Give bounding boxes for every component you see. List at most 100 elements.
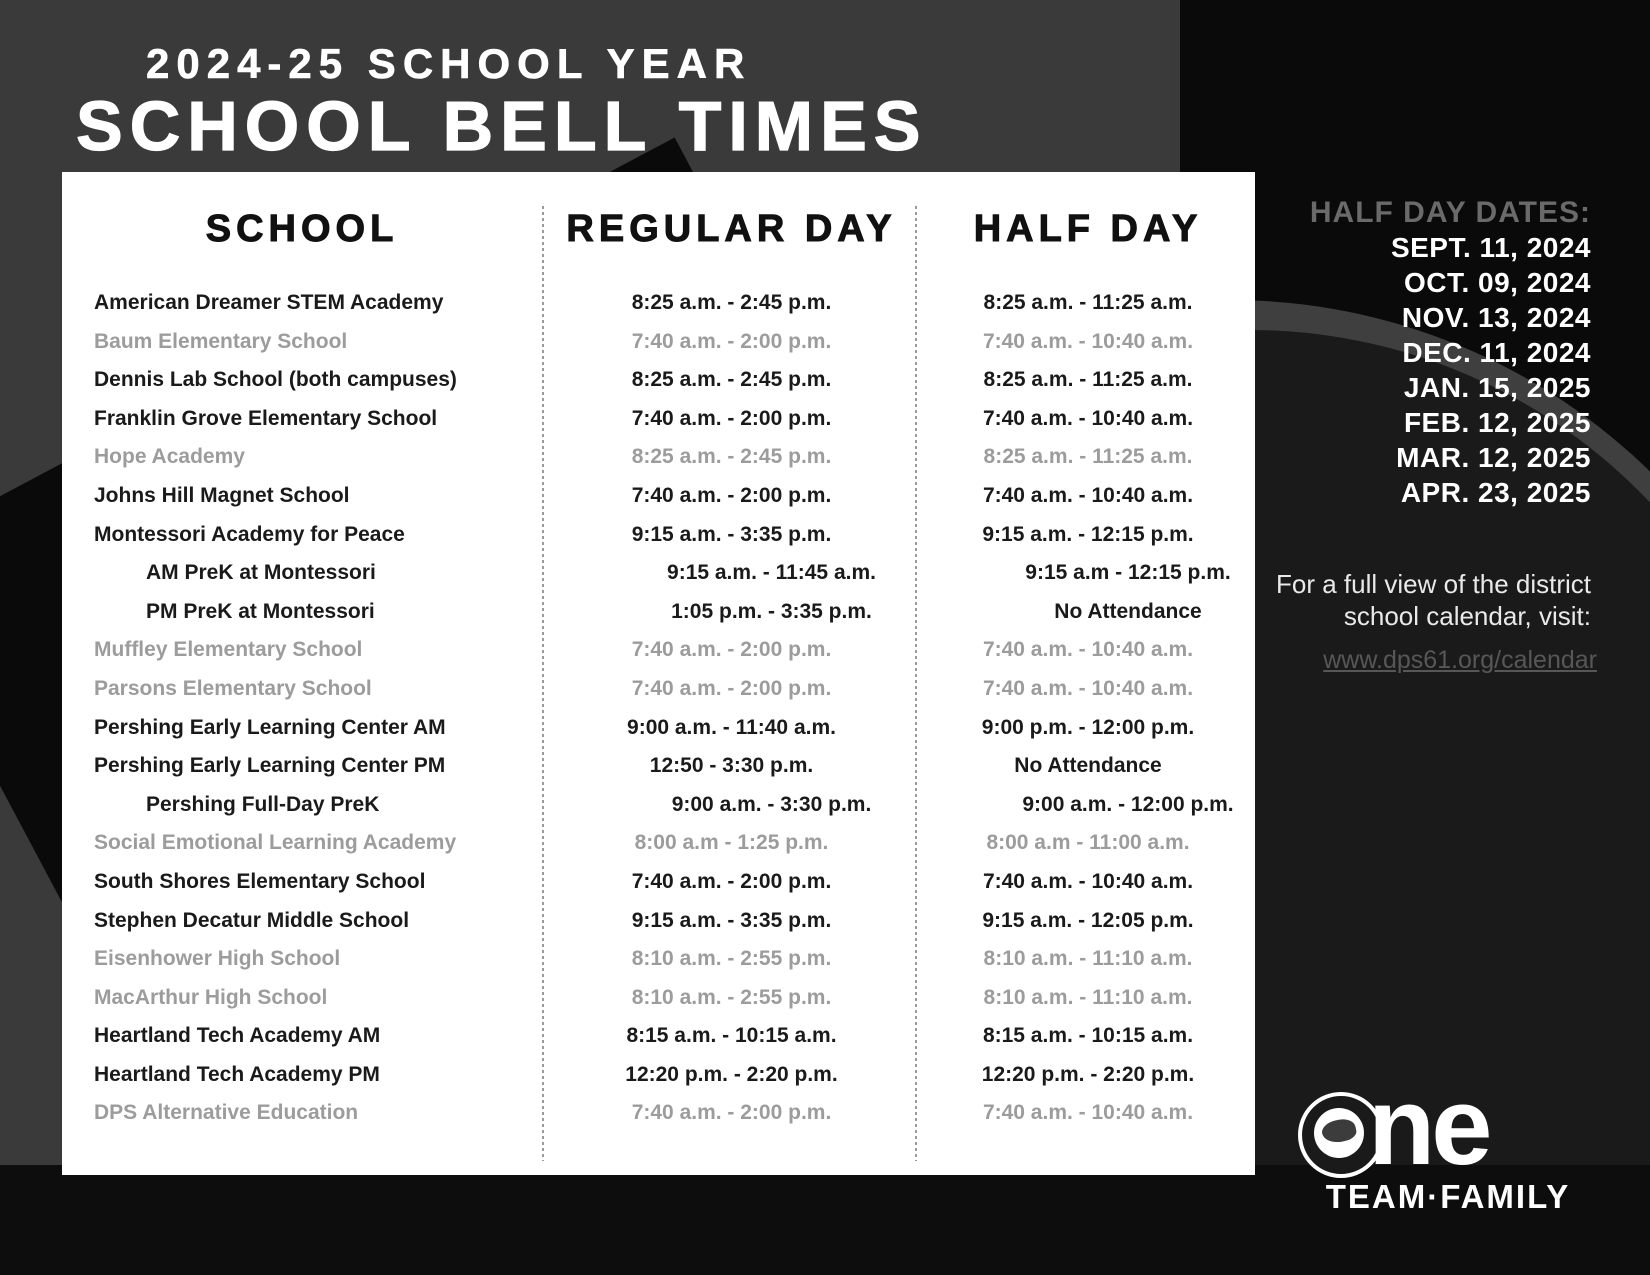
cell-school-name: Eisenhower High School (94, 947, 341, 971)
poster-header: 2024-25 SCHOOL YEAR SCHOOL BELL TIMES (0, 0, 1650, 172)
column-header-half-day: HALF DAY (973, 208, 1203, 251)
table-row: Johns Hill Magnet School 7:40 a.m. - 2:00… (62, 477, 1255, 516)
half-day-date-item: NOV. 13, 2024 (1401, 302, 1591, 333)
table-row: Social Emotional Learning Academy 8:00 a.… (62, 824, 1255, 863)
cell-half-day-time: 9:00 a.m. - 12:00 p.m. (1022, 792, 1234, 816)
cell-half-day-time: 7:40 a.m. - 10:40 a.m. (982, 329, 1194, 353)
half-day-dates-title: HALF DAY DATES: (1309, 196, 1591, 229)
cell-regular-day-time: 7:40 a.m. - 2:00 p.m. (631, 1101, 832, 1125)
table-row: PM PreK at Montessori 1:05 p.m. - 3:35 p.… (62, 593, 1255, 632)
cell-regular-day-time: 9:15 a.m. - 11:45 a.m. (667, 561, 876, 585)
cell-school-name: Pershing Early Learning Center AM (94, 715, 446, 739)
half-day-dates-list: SEPT. 11, 2024 OCT. 09, 2024 NOV. 13, 2024… (1275, 230, 1605, 510)
table-row: Montessori Academy for Peace 9:15 a.m. - … (62, 516, 1255, 555)
cell-half-day-time: 8:00 a.m - 11:00 a.m. (986, 831, 1190, 855)
cell-half-day-time: 12:20 p.m. - 2:20 p.m. (981, 1062, 1195, 1086)
cell-school-name: Baum Elementary School (94, 329, 348, 353)
cell-half-day-time: No Attendance (1054, 599, 1202, 623)
table-row: AM PreK at Montessori 9:15 a.m. - 11:45 a… (62, 554, 1255, 593)
cell-school-name: Heartland Tech Academy AM (94, 1024, 381, 1048)
table-row: South Shores Elementary School 7:40 a.m. … (62, 863, 1255, 902)
cell-regular-day-time: 7:40 a.m. - 2:00 p.m. (631, 406, 832, 430)
cell-school-name: AM PreK at Montessori (146, 561, 376, 585)
cell-school-name: Pershing Early Learning Center PM (94, 754, 446, 778)
cell-school-name: Pershing Full-Day PreK (146, 792, 380, 816)
cell-half-day-time: 8:25 a.m. - 11:25 a.m. (983, 368, 1193, 392)
poster-canvas: 2024-25 SCHOOL YEAR SCHOOL BELL TIMES SC… (0, 0, 1650, 1275)
cell-school-name: Muffley Elementary School (94, 638, 363, 662)
cell-school-name: Hope Academy (94, 445, 245, 469)
cell-regular-day-time: 8:25 a.m. - 2:45 p.m. (631, 445, 832, 469)
half-day-date-item: APR. 23, 2025 (1400, 477, 1591, 508)
half-day-dates-panel: HALF DAY DATES: SEPT. 11, 2024 OCT. 09, 2… (1275, 196, 1605, 675)
table-row: American Dreamer STEM Academy 8:25 a.m. -… (62, 284, 1255, 323)
table-row: Dennis Lab School (both campuses) 8:25 a.… (62, 361, 1255, 400)
table-body: American Dreamer STEM Academy 8:25 a.m. -… (62, 284, 1255, 1133)
cell-half-day-time: 9:15 a.m. - 12:15 p.m. (982, 522, 1194, 546)
cell-half-day-time: 7:40 a.m. - 10:40 a.m. (982, 483, 1194, 507)
cell-regular-day-time: 12:20 p.m. - 2:20 p.m. (625, 1062, 838, 1086)
cell-regular-day-time: 8:25 a.m. - 2:45 p.m. (631, 291, 832, 314)
cell-school-name: MacArthur High School (94, 985, 328, 1009)
table-row: Pershing Early Learning Center AM 9:00 a.… (62, 709, 1255, 748)
calendar-note: For a full view of the district school c… (1276, 569, 1591, 631)
half-day-date-item: MAR. 12, 2025 (1396, 442, 1591, 473)
cell-regular-day-time: 9:15 a.m. - 3:35 p.m. (631, 522, 832, 546)
cell-regular-day-time: 9:00 a.m. - 3:30 p.m. (671, 792, 872, 816)
table-row: Parsons Elementary School 7:40 a.m. - 2:0… (62, 670, 1255, 709)
table-row: DPS Alternative Education 7:40 a.m. - 2:0… (62, 1094, 1255, 1133)
calendar-url-link[interactable]: www.dps61.org/calendar (1275, 646, 1605, 675)
table-row: Heartland Tech Academy AM 8:15 a.m. - 10:… (62, 1017, 1255, 1056)
cell-half-day-time: 9:15 a.m - 12:15 p.m. (1025, 561, 1231, 585)
cell-half-day-time: 7:40 a.m. - 10:40 a.m. (982, 676, 1194, 700)
half-day-date-item: OCT. 09, 2024 (1403, 267, 1591, 298)
table-row: Heartland Tech Academy PM 12:20 p.m. - 2:… (62, 1056, 1255, 1095)
district-logo: ne TEAM·FAMILY (1290, 1050, 1610, 1220)
cell-regular-day-time: 7:40 a.m. - 2:00 p.m. (631, 329, 832, 353)
cell-half-day-time: 8:10 a.m. - 11:10 a.m. (983, 985, 1193, 1009)
column-header-regular-day: REGULAR DAY (566, 208, 897, 251)
school-year-label: 2024-25 SCHOOL YEAR (146, 40, 752, 88)
table-row: Stephen Decatur Middle School 9:15 a.m. -… (62, 902, 1255, 941)
cell-regular-day-time: 8:15 a.m. - 10:15 a.m. (626, 1024, 837, 1048)
cell-regular-day-time: 8:00 a.m - 1:25 p.m. (634, 831, 829, 855)
cell-half-day-time: 8:10 a.m. - 11:10 a.m. (983, 947, 1193, 971)
cell-school-name: South Shores Elementary School (94, 869, 426, 893)
half-day-date-item: JAN. 15, 2025 (1403, 372, 1591, 403)
logo-wordmark: ne (1368, 1065, 1492, 1188)
cell-school-name: Johns Hill Magnet School (94, 483, 350, 507)
cell-regular-day-time: 8:25 a.m. - 2:45 p.m. (631, 368, 832, 392)
bell-times-table: SCHOOL REGULAR DAY HALF DAY American Dre… (62, 172, 1255, 1175)
cell-school-name: PM PreK at Montessori (146, 599, 375, 623)
cell-half-day-time: 9:15 a.m. - 12:05 p.m. (982, 908, 1194, 932)
cell-regular-day-time: 7:40 a.m. - 2:00 p.m. (631, 869, 832, 893)
cell-regular-day-time: 7:40 a.m. - 2:00 p.m. (631, 676, 832, 700)
cell-regular-day-time: 12:50 - 3:30 p.m. (649, 754, 814, 778)
table-row: MacArthur High School 8:10 a.m. - 2:55 p.… (62, 979, 1255, 1018)
cell-regular-day-time: 7:40 a.m. - 2:00 p.m. (631, 483, 832, 507)
cell-school-name: Stephen Decatur Middle School (94, 908, 410, 932)
half-day-date-item: FEB. 12, 2025 (1403, 407, 1591, 438)
cell-half-day-time: 7:40 a.m. - 10:40 a.m. (982, 406, 1194, 430)
half-day-date-item: DEC. 11, 2024 (1402, 337, 1591, 368)
page-title: SCHOOL BELL TIMES (75, 86, 928, 165)
cell-school-name: Parsons Elementary School (94, 676, 372, 700)
cell-half-day-time: 8:15 a.m. - 10:15 a.m. (982, 1024, 1194, 1048)
cell-half-day-time: 7:40 a.m. - 10:40 a.m. (982, 869, 1194, 893)
half-day-date-item: SEPT. 11, 2024 (1390, 232, 1591, 263)
cell-half-day-time: 7:40 a.m. - 10:40 a.m. (982, 638, 1194, 662)
cell-school-name: Montessori Academy for Peace (94, 522, 405, 546)
cell-regular-day-time: 8:10 a.m. - 2:55 p.m. (631, 947, 832, 971)
cell-regular-day-time: 7:40 a.m. - 2:00 p.m. (631, 638, 832, 662)
cell-regular-day-time: 8:10 a.m. - 2:55 p.m. (631, 985, 832, 1009)
cell-half-day-time: 7:40 a.m. - 10:40 a.m. (982, 1101, 1194, 1125)
cell-school-name: Franklin Grove Elementary School (94, 406, 438, 430)
cell-half-day-time: No Attendance (1014, 754, 1162, 778)
table-row: Baum Elementary School 7:40 a.m. - 2:00 p… (62, 323, 1255, 362)
table-row: Muffley Elementary School 7:40 a.m. - 2:0… (62, 631, 1255, 670)
cell-regular-day-time: 9:00 a.m. - 11:40 a.m. (627, 715, 836, 739)
cell-school-name: Dennis Lab School (both campuses) (94, 368, 457, 392)
cell-half-day-time: 8:25 a.m. - 11:25 a.m. (983, 291, 1193, 314)
table-row: Pershing Full-Day PreK 9:00 a.m. - 3:30 p… (62, 786, 1255, 825)
table-row: Franklin Grove Elementary School 7:40 a.m… (62, 400, 1255, 439)
